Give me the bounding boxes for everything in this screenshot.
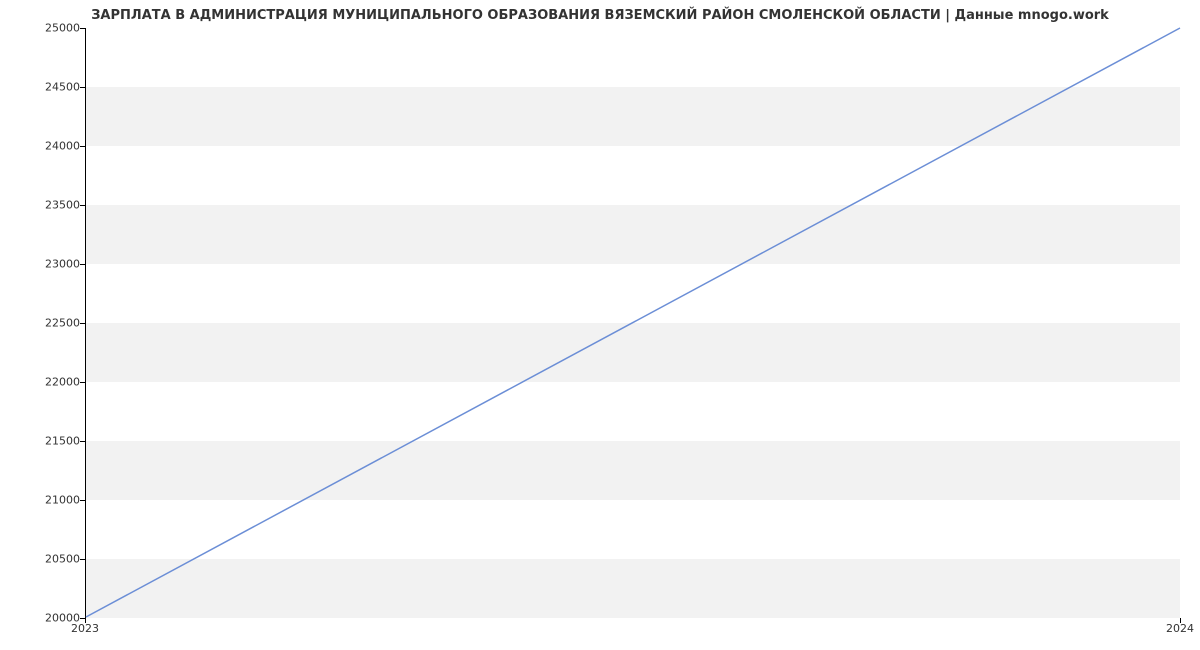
y-tick-label: 21500: [10, 435, 80, 448]
y-tick-label: 20500: [10, 553, 80, 566]
y-tick-label: 23500: [10, 199, 80, 212]
y-tick-mark: [80, 323, 85, 324]
y-tick-mark: [80, 205, 85, 206]
y-tick-mark: [80, 264, 85, 265]
series-line: [86, 28, 1180, 617]
y-tick-label: 23000: [10, 258, 80, 271]
y-tick-label: 25000: [10, 22, 80, 35]
y-tick-mark: [80, 559, 85, 560]
y-tick-label: 20000: [10, 612, 80, 625]
y-tick-mark: [80, 500, 85, 501]
plot-area: [85, 28, 1180, 618]
chart-title: ЗАРПЛАТА В АДМИНИСТРАЦИЯ МУНИЦИПАЛЬНОГО …: [0, 8, 1200, 23]
y-tick-mark: [80, 146, 85, 147]
x-tick-label: 2024: [1166, 622, 1194, 635]
chart-line-svg: [86, 28, 1180, 617]
y-tick-label: 24500: [10, 81, 80, 94]
y-tick-label: 22500: [10, 317, 80, 330]
x-tick-label: 2023: [71, 622, 99, 635]
y-tick-mark: [80, 87, 85, 88]
y-tick-mark: [80, 382, 85, 383]
y-tick-label: 22000: [10, 376, 80, 389]
chart-container: ЗАРПЛАТА В АДМИНИСТРАЦИЯ МУНИЦИПАЛЬНОГО …: [0, 0, 1200, 650]
x-tick-mark: [85, 618, 86, 623]
y-tick-mark: [80, 28, 85, 29]
y-tick-mark: [80, 441, 85, 442]
x-tick-mark: [1180, 618, 1181, 623]
y-tick-label: 21000: [10, 494, 80, 507]
y-tick-label: 24000: [10, 140, 80, 153]
